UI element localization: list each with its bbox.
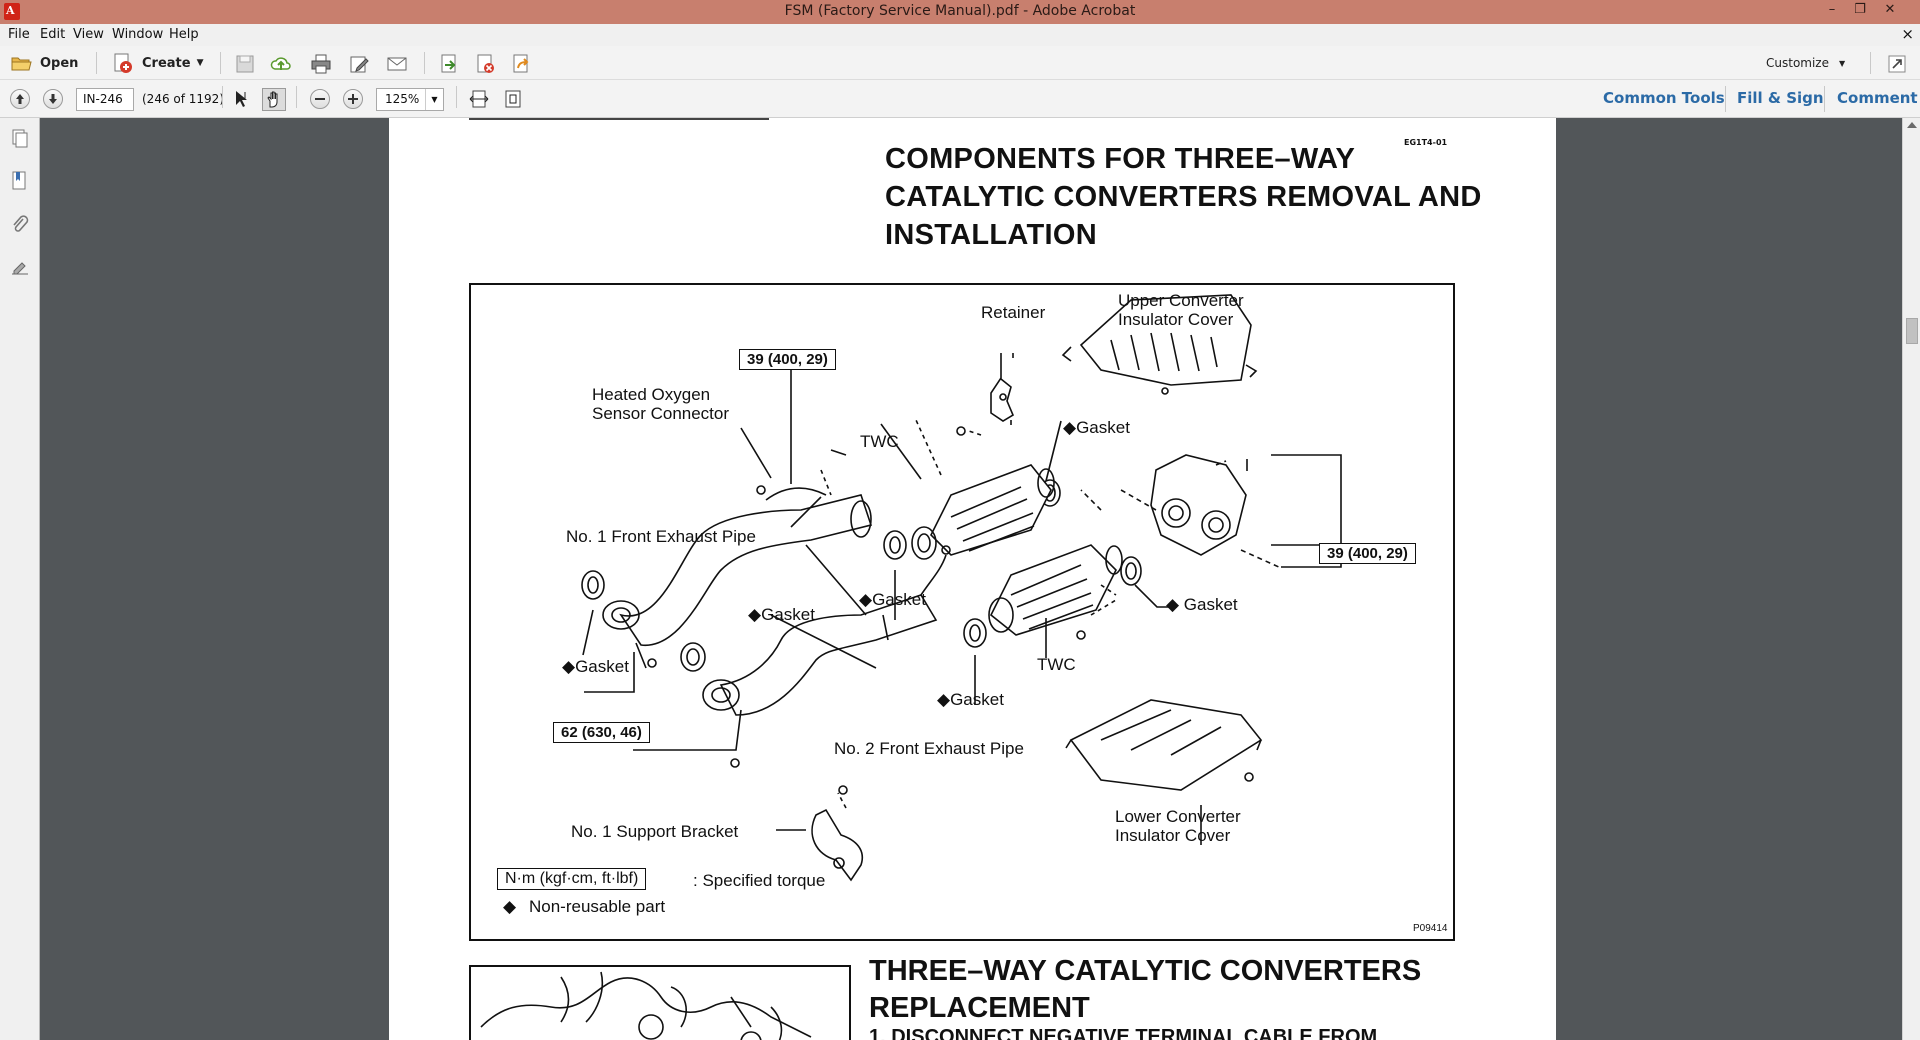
- edit-pencil-icon[interactable]: [348, 53, 370, 75]
- torque-box-top: 39 (400, 29): [739, 349, 836, 370]
- chevron-down-icon: ▼: [1839, 58, 1846, 68]
- page-count: (246 of 1192): [142, 92, 225, 106]
- label-o2-sensor: Heated Oxygen Sensor Connector: [592, 385, 730, 423]
- scroll-up-arrow[interactable]: [1907, 122, 1917, 128]
- create-button[interactable]: Create ▼: [112, 51, 204, 75]
- top-rule: [469, 118, 769, 120]
- menu-help[interactable]: Help: [169, 27, 199, 42]
- tab-separator: [1824, 86, 1825, 112]
- chevron-down-icon: ▼: [425, 89, 443, 110]
- window-title: FSM (Factory Service Manual).pdf - Adobe…: [784, 3, 1136, 19]
- toolbar-separator: [220, 52, 221, 74]
- zoom-out-button[interactable]: [310, 89, 330, 109]
- export-pdf-icon[interactable]: [438, 53, 460, 75]
- fit-page-icon[interactable]: [502, 88, 524, 110]
- figure-code: P09414: [1413, 923, 1448, 934]
- zoom-in-button[interactable]: [343, 89, 363, 109]
- folder-icon: [11, 57, 32, 71]
- label-gasket-right: ◆ Gasket: [1166, 595, 1238, 614]
- partial-figure: [469, 965, 851, 1040]
- legend-diamond: ◆: [503, 897, 517, 916]
- menu-window[interactable]: Window: [112, 27, 163, 42]
- restore-button[interactable]: ❐: [1846, 0, 1874, 22]
- previous-page-button[interactable]: [10, 89, 30, 109]
- expand-icon[interactable]: [1886, 53, 1908, 75]
- label-gasket-top: ◆Gasket: [1063, 418, 1130, 437]
- replacement-heading: THREE–WAY CATALYTIC CONVERTERS REPLACEME…: [869, 955, 1422, 1024]
- plus-icon: [348, 94, 358, 104]
- page-number-input[interactable]: IN-246: [76, 88, 134, 111]
- select-cursor-icon[interactable]: [230, 88, 252, 110]
- toolbar-separator: [1870, 52, 1871, 74]
- tab-separator: [1725, 86, 1726, 112]
- page-thumbnails-icon[interactable]: [10, 128, 30, 150]
- toolbar-separator: [296, 86, 297, 108]
- engine-bay-drawing: [480, 971, 812, 1040]
- zoom-level-select[interactable]: 125% ▼: [376, 88, 444, 111]
- legend-unit-desc: : Specified torque: [693, 871, 826, 890]
- main-toolbar: Open Create ▼ Customize ▼: [0, 46, 1920, 80]
- label-gasket-left: ◆Gasket: [562, 657, 629, 676]
- print-icon[interactable]: [310, 53, 332, 75]
- pdf-page: EG1T4-01 COMPONENTS FOR THREE–WAY CATALY…: [389, 118, 1556, 1040]
- vertical-scrollbar[interactable]: [1902, 118, 1920, 1040]
- bookmarks-icon[interactable]: [10, 170, 30, 192]
- step-1-text: 1. DISCONNECT NEGATIVE TERMINAL CABLE FR…: [869, 1026, 1378, 1040]
- label-twc-bottom: TWC: [1037, 655, 1076, 674]
- title-bar: A FSM (Factory Service Manual).pdf - Ado…: [0, 0, 1920, 24]
- close-button[interactable]: ✕: [1876, 0, 1904, 22]
- save-icon[interactable]: [234, 53, 256, 75]
- label-support-bracket: No. 1 Support Bracket: [571, 822, 739, 841]
- section-heading: COMPONENTS FOR THREE–WAY CATALYTIC CONVE…: [885, 143, 1482, 251]
- create-pdf-icon: [114, 53, 132, 73]
- cloud-upload-icon[interactable]: [270, 53, 292, 75]
- label-gasket-mid: ◆Gasket: [859, 590, 926, 609]
- toolbar-separator: [456, 86, 457, 108]
- label-twc-top: TWC: [860, 432, 899, 451]
- arrow-down-icon: [49, 94, 57, 104]
- customize-button[interactable]: Customize ▼: [1766, 51, 1845, 75]
- tab-fill-sign[interactable]: Fill & Sign: [1737, 89, 1824, 107]
- toolbar-separator: [424, 52, 425, 74]
- label-no1-pipe: No. 1 Front Exhaust Pipe: [566, 527, 756, 546]
- menu-bar: File Edit View Window Help ×: [0, 24, 1920, 46]
- scrollbar-thumb[interactable]: [1906, 318, 1918, 344]
- next-page-button[interactable]: [43, 89, 63, 109]
- navigation-pane: [0, 118, 40, 1040]
- label-retainer: Retainer: [981, 303, 1046, 322]
- delete-page-icon[interactable]: [474, 53, 496, 75]
- toolbar-separator: [222, 86, 223, 108]
- email-icon[interactable]: [386, 53, 408, 75]
- tab-common-tools[interactable]: Common Tools: [1603, 89, 1725, 107]
- menu-view[interactable]: View: [73, 27, 104, 42]
- components-diagram: Upper Converter Insulator Cover Retainer …: [469, 283, 1455, 941]
- label-no2-pipe: No. 2 Front Exhaust Pipe: [834, 739, 1024, 758]
- legend-diamond-desc: Non-reusable part: [529, 897, 666, 916]
- label-upper-cover: Upper Converter Insulator Cover: [1118, 291, 1244, 329]
- torque-box-62: 62 (630, 46): [553, 722, 650, 743]
- torque-box-right: 39 (400, 29): [1319, 543, 1416, 564]
- minimize-button[interactable]: –: [1818, 0, 1846, 22]
- hand-tool-icon[interactable]: [262, 88, 286, 111]
- minus-icon: [315, 98, 325, 100]
- legend-unit-box: N·m (kgf·cm, ft·lbf): [497, 868, 647, 890]
- menu-edit[interactable]: Edit: [40, 27, 65, 42]
- signatures-icon[interactable]: [10, 258, 30, 280]
- label-gasket-bottom: ◆Gasket: [937, 690, 1004, 709]
- tab-comment[interactable]: Comment: [1837, 89, 1918, 107]
- label-lower-cover: Lower Converter Insulator Cover: [1115, 807, 1241, 845]
- fit-width-icon[interactable]: [468, 88, 490, 110]
- attachments-icon[interactable]: [10, 214, 30, 236]
- open-button[interactable]: Open: [10, 51, 78, 75]
- close-document-icon[interactable]: ×: [1901, 25, 1914, 43]
- toolbar-separator: [96, 52, 97, 74]
- share-page-icon[interactable]: [510, 53, 532, 75]
- menu-file[interactable]: File: [8, 27, 30, 42]
- label-gasket-center: ◆Gasket: [748, 605, 815, 624]
- chevron-down-icon: ▼: [196, 58, 204, 68]
- arrow-up-icon: [16, 94, 24, 104]
